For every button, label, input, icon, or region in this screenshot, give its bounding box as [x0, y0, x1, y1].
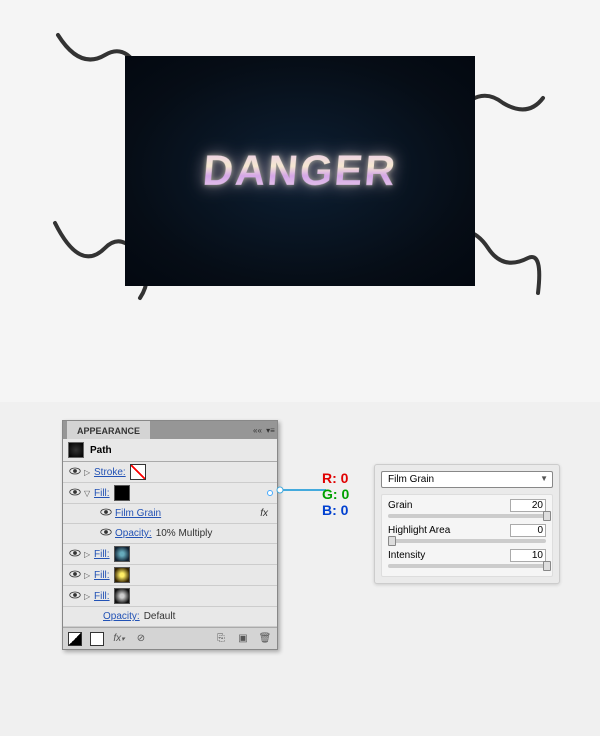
attribute-label[interactable]: Fill: [94, 488, 110, 499]
slider-row: Grain [388, 499, 546, 518]
fx-icon: fx [260, 508, 268, 519]
slider-value-input[interactable] [510, 524, 546, 537]
slider-track[interactable] [388, 539, 546, 543]
connector-line [276, 485, 326, 495]
target-label: Path [90, 445, 112, 456]
attribute-row[interactable]: ▷Stroke: [63, 462, 277, 483]
color-swatch[interactable] [114, 588, 130, 604]
attribute-label[interactable]: Fill: [94, 570, 110, 581]
slider-track[interactable] [388, 564, 546, 568]
panels-area: APPEARANCE «« ▾≡ Path ▷Stroke:▽Fill:Film… [0, 402, 600, 736]
attribute-value: 10% Multiply [156, 528, 213, 539]
disclosure-triangle[interactable]: ▷ [84, 468, 92, 477]
slider-value-input[interactable] [510, 549, 546, 562]
selection-indicator [267, 490, 273, 496]
slider-value-input[interactable] [510, 499, 546, 512]
slider-track[interactable] [388, 514, 546, 518]
color-swatch[interactable] [114, 485, 130, 501]
attribute-row[interactable]: ▷Fill: [63, 586, 277, 607]
attribute-row[interactable]: Film Grain fx [63, 504, 277, 524]
color-swatch[interactable] [114, 567, 130, 583]
target-row: Path [63, 439, 277, 462]
attribute-label[interactable]: Stroke: [94, 467, 126, 478]
attribute-row[interactable]: Opacity: 10% Multiply [63, 524, 277, 544]
artwork-text: DANGER [201, 147, 399, 195]
visibility-toggle[interactable] [66, 488, 84, 499]
attribute-value: Default [144, 611, 176, 622]
new-stroke-button[interactable] [90, 632, 104, 646]
eye-icon [69, 467, 81, 478]
slider-thumb[interactable] [543, 561, 551, 571]
eye-icon [69, 570, 81, 581]
disclosure-triangle[interactable]: ▷ [84, 571, 92, 580]
attribute-label[interactable]: Opacity: [115, 528, 152, 539]
appearance-tab[interactable]: APPEARANCE [67, 421, 150, 439]
fx-menu-button[interactable]: fx▾ [112, 632, 126, 646]
visibility-toggle[interactable] [66, 570, 84, 581]
visibility-toggle[interactable] [66, 591, 84, 602]
visibility-toggle[interactable] [66, 467, 84, 478]
rgb-readout: R: 0 G: 0 B: 0 [322, 470, 349, 518]
panel-header[interactable]: APPEARANCE «« ▾≡ [63, 421, 277, 439]
visibility-toggle[interactable] [66, 549, 84, 560]
preview-area: DANGER [0, 0, 600, 402]
slider-label: Highlight Area [388, 525, 450, 536]
eye-icon [69, 549, 81, 560]
attribute-label[interactable]: Fill: [94, 591, 110, 602]
attribute-row[interactable]: Opacity: Default [63, 607, 277, 627]
clear-appearance-button[interactable]: ⊘ [134, 632, 148, 646]
disclosure-triangle[interactable]: ▽ [84, 489, 92, 498]
menu-icon[interactable]: ▾≡ [264, 424, 277, 437]
slider-row: Intensity [388, 549, 546, 568]
rgb-b: B: 0 [322, 502, 349, 518]
slider-label: Grain [388, 500, 412, 511]
slider-thumb[interactable] [543, 511, 551, 521]
slider-label: Intensity [388, 550, 425, 561]
artwork-image: DANGER [125, 56, 475, 286]
eye-icon [100, 528, 112, 539]
color-swatch[interactable] [130, 464, 146, 480]
duplicate-button[interactable]: ⎘ [214, 632, 228, 646]
slider-thumb[interactable] [388, 536, 396, 546]
panel-footer: fx▾ ⊘ ⎘ ▣ 🗑 [63, 627, 277, 649]
color-swatch[interactable] [114, 546, 130, 562]
slider-row: Highlight Area [388, 524, 546, 543]
eye-icon [69, 591, 81, 602]
attribute-label[interactable]: Opacity: [103, 611, 140, 622]
attribute-list: ▷Stroke:▽Fill:Film GrainfxOpacity:10% Mu… [63, 462, 277, 627]
attribute-label[interactable]: Fill: [94, 549, 110, 560]
new-fill-button[interactable]: ▣ [236, 632, 250, 646]
visibility-toggle[interactable] [97, 508, 115, 519]
rgb-r: R: 0 [322, 470, 349, 486]
swatch-toggle[interactable] [68, 632, 82, 646]
attribute-row[interactable]: ▽Fill: [63, 483, 277, 504]
appearance-panel: APPEARANCE «« ▾≡ Path ▷Stroke:▽Fill:Film… [62, 420, 278, 650]
eye-icon [69, 488, 81, 499]
visibility-toggle[interactable] [97, 528, 115, 539]
rgb-g: G: 0 [322, 486, 349, 502]
effect-dropdown[interactable]: Film Grain [381, 471, 553, 488]
slider-group: Grain Highlight Area Intensity [381, 494, 553, 577]
attribute-label[interactable]: Film Grain [115, 508, 161, 519]
attribute-row[interactable]: ▷Fill: [63, 544, 277, 565]
collapse-icon[interactable]: «« [251, 424, 264, 437]
effect-options-panel: Film Grain Grain Highlight Area Intensity [374, 464, 560, 584]
disclosure-triangle[interactable]: ▷ [84, 550, 92, 559]
trash-icon[interactable]: 🗑 [258, 632, 272, 646]
eye-icon [100, 508, 112, 519]
artwork-canvas: DANGER [60, 38, 540, 357]
target-thumbnail [68, 442, 84, 458]
attribute-row[interactable]: ▷Fill: [63, 565, 277, 586]
disclosure-triangle[interactable]: ▷ [84, 592, 92, 601]
